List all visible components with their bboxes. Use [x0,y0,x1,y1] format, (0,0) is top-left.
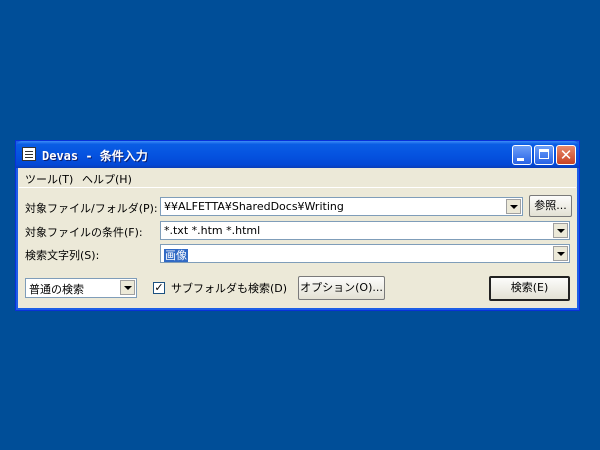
search-text-combobox[interactable]: 画像 [160,244,570,263]
app-icon [22,147,36,161]
search-mode-value: 普通の検索 [29,283,84,296]
browse-button[interactable]: 参照... [529,195,572,217]
search-value-wrap: 画像 [164,247,188,263]
search-value: 画像 [164,249,188,262]
maximize-button[interactable] [534,145,554,165]
subfolder-label[interactable]: サブフォルダも検索(D) [171,280,287,296]
devas-window: Devas - 条件入力 ✕ ツール(T) ヘルプ(H) 対象ファイル/フォルダ… [15,140,580,311]
condition-dropdown-arrow-icon[interactable] [553,223,568,238]
folder-label: 対象ファイル/フォルダ(P): [25,202,158,215]
menu-help[interactable]: ヘルプ(H) [82,171,132,187]
search-label: 検索文字列(S): [25,249,100,262]
subfolder-checkbox[interactable]: ✓ [153,282,165,294]
options-button[interactable]: オプション(O)... [298,276,385,300]
menu-bar: ツール(T) ヘルプ(H) [19,168,576,188]
folder-combobox[interactable]: ¥¥ALFETTA¥SharedDocs¥Writing [160,197,523,216]
title-bar[interactable]: Devas - 条件入力 ✕ [16,141,579,168]
search-dropdown-arrow-icon[interactable] [553,246,568,261]
close-button[interactable]: ✕ [556,145,576,165]
search-mode-dropdown-arrow-icon[interactable] [120,280,135,295]
window-title: Devas - 条件入力 [42,149,148,163]
folder-dropdown-arrow-icon[interactable] [506,199,521,214]
menu-tool[interactable]: ツール(T) [25,171,73,187]
folder-value: ¥¥ALFETTA¥SharedDocs¥Writing [164,200,344,213]
minimize-button[interactable] [512,145,532,165]
condition-value: *.txt *.htm *.html [164,224,261,237]
maximize-icon [539,149,549,159]
condition-label: 対象ファイルの条件(F): [25,226,143,239]
search-button[interactable]: 検索(E) [489,276,570,301]
minimize-icon [517,158,524,161]
close-icon: ✕ [559,146,573,164]
search-mode-select[interactable]: 普通の検索 [25,278,137,298]
condition-combobox[interactable]: *.txt *.htm *.html [160,221,570,240]
